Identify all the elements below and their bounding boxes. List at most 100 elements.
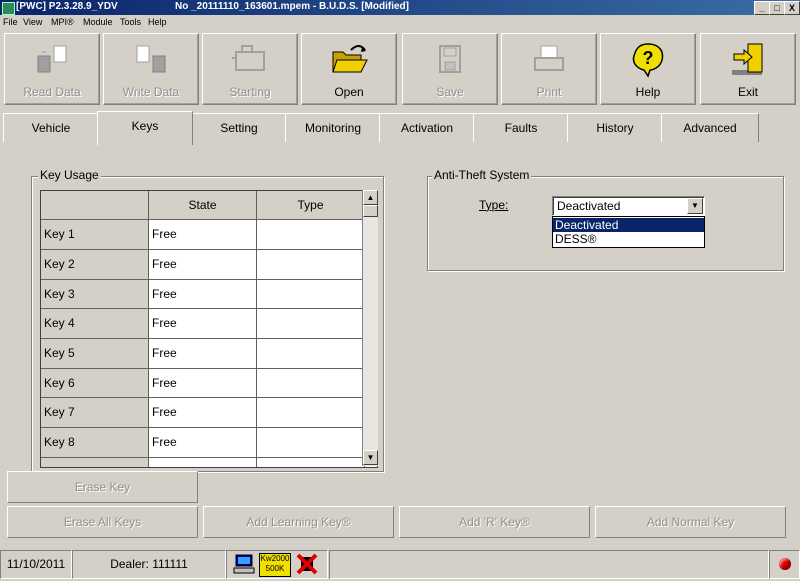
type-cell-key-7[interactable] (257, 398, 365, 428)
erase-key-button[interactable]: Erase Key (7, 471, 198, 503)
row-header-key-3[interactable]: Key 3 (41, 280, 149, 309)
open-label: Open (334, 85, 364, 99)
table-corner-header (41, 191, 149, 220)
anti-theft-type-select[interactable]: Deactivated ▼ (552, 196, 705, 216)
tab-history[interactable]: History (567, 113, 663, 142)
help-question-icon: ? (632, 43, 664, 78)
restore-button[interactable]: □ (769, 1, 785, 15)
type-cell-key-8[interactable] (257, 428, 365, 458)
help-button[interactable]: ? Help (600, 33, 696, 105)
status-indicator-panel (769, 550, 800, 579)
row-header-key-7[interactable]: Key 7 (41, 398, 149, 428)
state-cell-key-8[interactable]: Free (149, 428, 257, 458)
state-cell-key-5[interactable]: Free (149, 339, 257, 369)
read-data-icon (37, 45, 67, 73)
type-cell-key-2[interactable] (257, 250, 365, 280)
menu-module[interactable]: Module (83, 17, 113, 27)
key-usage-title: Key Usage (38, 168, 101, 182)
tab-keys[interactable]: Keys (97, 111, 193, 145)
tab-vehicle[interactable]: Vehicle (3, 113, 99, 142)
menu-bar: File View MPI® Module Tools Help (0, 15, 800, 31)
add-learning-key-button[interactable]: Add Learning Key® (203, 506, 394, 538)
erase-all-keys-button[interactable]: Erase All Keys (7, 506, 198, 538)
type-cell-key-1[interactable] (257, 220, 365, 250)
add-r-key-button[interactable]: Add 'R' Key® (399, 506, 590, 538)
tab-activation[interactable]: Activation (379, 113, 475, 142)
status-indicator-light (779, 558, 791, 570)
state-cell-partial (149, 458, 257, 467)
type-cell-key-6[interactable] (257, 369, 365, 398)
type-label: Type: (479, 198, 509, 212)
row-header-partial (41, 458, 149, 467)
exit-door-icon (732, 43, 763, 75)
menu-file[interactable]: File (3, 17, 18, 27)
baud-protocol: Kw2000 (260, 554, 290, 563)
engine-icon (232, 45, 265, 71)
status-dealer: Dealer: 111111 (72, 550, 226, 579)
window-title: No _20111110_163601.mpem - B.U.D.S. [Mod… (175, 1, 409, 12)
write-data-label: Write Data (122, 85, 180, 99)
baud-speed: 500K (265, 564, 285, 573)
state-cell-key-6[interactable]: Free (149, 369, 257, 398)
anti-theft-type-dropdown: Deactivated DESS® (552, 216, 705, 248)
printer-icon (534, 45, 564, 71)
computer-icon (233, 554, 255, 574)
starting-button[interactable]: Starting (202, 33, 298, 105)
add-normal-key-button[interactable]: Add Normal Key (595, 506, 786, 538)
scroll-up-arrow-icon[interactable]: ▲ (363, 190, 378, 205)
print-button[interactable]: Print (501, 33, 597, 105)
baud-rate-badge: Kw2000 500K (259, 553, 291, 577)
title-bar: [PWC] P2.3.28.9_YDV No _20111110_163601.… (0, 0, 800, 15)
disconnected-icon (296, 553, 318, 575)
state-cell-key-4[interactable]: Free (149, 309, 257, 339)
tab-faults[interactable]: Faults (473, 113, 569, 142)
type-cell-key-4[interactable] (257, 309, 365, 339)
chevron-down-icon[interactable]: ▼ (687, 198, 703, 214)
key-usage-table: State Type Key 1 Free Key 2 Free Key 3 F… (40, 190, 378, 468)
app-tag: [PWC] P2.3.28.9_YDV (16, 1, 118, 12)
read-data-label: Read Data (23, 85, 81, 99)
row-header-key-6[interactable]: Key 6 (41, 369, 149, 398)
option-dess[interactable]: DESS® (553, 232, 704, 246)
row-header-key-4[interactable]: Key 4 (41, 309, 149, 339)
row-header-key-2[interactable]: Key 2 (41, 250, 149, 280)
type-cell-partial (257, 458, 365, 467)
type-cell-key-3[interactable] (257, 280, 365, 309)
row-header-key-1[interactable]: Key 1 (41, 220, 149, 250)
starting-label: Starting (229, 85, 271, 99)
menu-tools[interactable]: Tools (120, 17, 141, 27)
anti-theft-type-value: Deactivated (557, 199, 621, 213)
menu-view[interactable]: View (23, 17, 42, 27)
help-label: Help (635, 85, 661, 99)
write-data-button[interactable]: Write Data (103, 33, 199, 105)
state-cell-key-7[interactable]: Free (149, 398, 257, 428)
tab-setting[interactable]: Setting (191, 113, 287, 142)
menu-help[interactable]: Help (148, 17, 167, 27)
row-header-key-5[interactable]: Key 5 (41, 339, 149, 369)
exit-label: Exit (737, 85, 758, 99)
exit-button[interactable]: Exit (700, 33, 796, 105)
scroll-thumb[interactable] (363, 205, 378, 217)
status-connection-panel: Kw2000 500K (226, 550, 328, 579)
status-date: 11/10/2011 (0, 550, 72, 579)
type-cell-key-5[interactable] (257, 339, 365, 369)
save-button[interactable]: Save (402, 33, 498, 105)
state-cell-key-3[interactable]: Free (149, 280, 257, 309)
status-message-panel (329, 550, 769, 579)
option-deactivated[interactable]: Deactivated (553, 218, 704, 232)
tab-monitoring[interactable]: Monitoring (285, 113, 381, 142)
state-column-header[interactable]: State (149, 191, 257, 220)
table-vertical-scrollbar[interactable]: ▲ ▼ (362, 190, 378, 466)
close-button[interactable]: X (784, 1, 800, 15)
type-column-header[interactable]: Type (257, 191, 365, 220)
open-button[interactable]: Open (301, 33, 397, 105)
tab-advanced[interactable]: Advanced (661, 113, 759, 142)
scroll-down-arrow-icon[interactable]: ▼ (363, 450, 378, 465)
state-cell-key-2[interactable]: Free (149, 250, 257, 280)
read-data-button[interactable]: Read Data (4, 33, 100, 105)
app-icon (2, 2, 15, 15)
state-cell-key-1[interactable]: Free (149, 220, 257, 250)
menu-mpi[interactable]: MPI® (51, 17, 74, 27)
minimize-button[interactable]: _ (754, 1, 770, 15)
row-header-key-8[interactable]: Key 8 (41, 428, 149, 458)
